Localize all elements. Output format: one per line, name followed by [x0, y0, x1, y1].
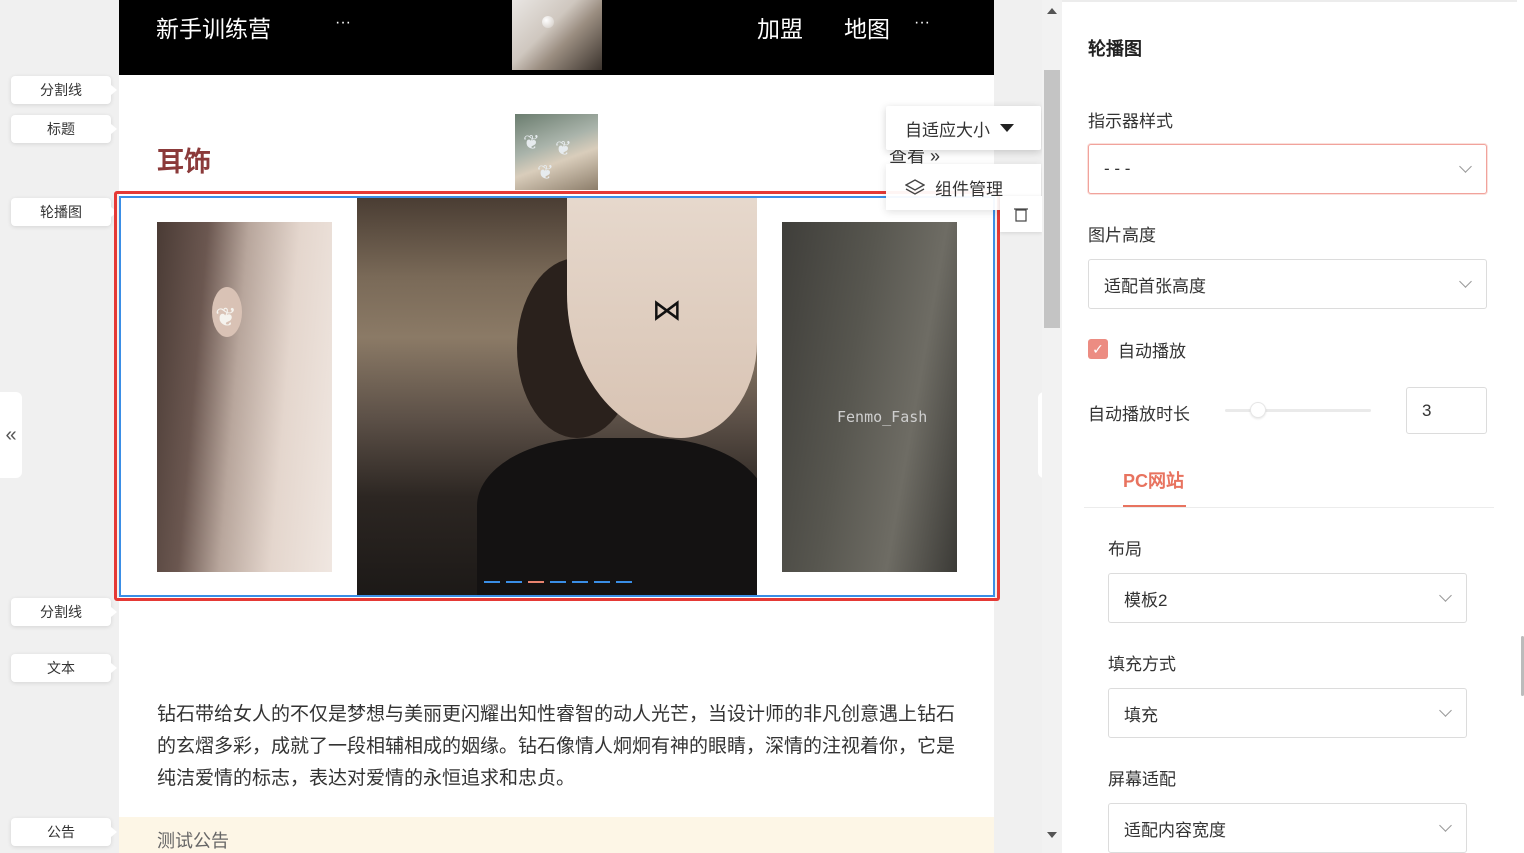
image-height-select[interactable]: 适配首张高度: [1088, 259, 1487, 309]
notice-text: 测试公告: [157, 831, 229, 851]
chevron-down-icon: [1439, 704, 1452, 717]
screen-fit-select[interactable]: 适配内容宽度: [1108, 803, 1467, 853]
layers-icon: [905, 179, 925, 195]
fill-mode-select[interactable]: 填充: [1108, 688, 1467, 738]
delete-icon[interactable]: [1000, 196, 1042, 232]
more-icon[interactable]: ···: [914, 14, 930, 32]
chevron-down-icon: [1459, 160, 1472, 173]
title-image: ❦ ❦ ❦: [515, 114, 598, 190]
panel-scrollbar[interactable]: [1517, 0, 1524, 853]
caret-down-icon: [1000, 124, 1014, 132]
selected-component-outline: [114, 191, 1000, 601]
component-label-text[interactable]: 文本: [11, 654, 117, 682]
more-icon[interactable]: ···: [335, 14, 351, 32]
chevron-down-icon: [1459, 275, 1472, 288]
component-label-divider[interactable]: 分割线: [11, 76, 117, 104]
chevron-down-icon: [1439, 589, 1452, 602]
indicator-style-select[interactable]: - - -: [1088, 144, 1487, 194]
image-height-label: 图片高度: [1088, 226, 1156, 245]
butterfly-icon: ❦: [537, 162, 554, 184]
editor-canvas: 新手训练营 ··· 加盟 地图 ··· 分割线 标题 轮播图 分割线 文本 公告…: [0, 0, 1042, 853]
nav-item-join[interactable]: 加盟: [757, 10, 803, 44]
layout-label: 布局: [1108, 540, 1142, 559]
autoplay-label[interactable]: 自动播放: [1118, 337, 1186, 362]
component-label-carousel[interactable]: 轮播图: [11, 198, 117, 226]
size-dropdown[interactable]: 自适应大小: [886, 106, 1041, 150]
settings-panel: 轮播图 指示器样式 - - - 图片高度 适配首张高度 ✓ 自动播放 自动播放时…: [1062, 0, 1524, 853]
component-toolbar[interactable]: 自适应大小: [886, 106, 1041, 150]
autoplay-duration-label: 自动播放时长: [1088, 405, 1190, 424]
autoplay-checkbox[interactable]: ✓: [1088, 339, 1108, 359]
header-logo-image: [512, 0, 602, 70]
nav-item-map[interactable]: 地图: [844, 10, 890, 44]
fill-mode-label: 填充方式: [1108, 655, 1176, 674]
tab-pc-site[interactable]: PC网站: [1123, 467, 1184, 493]
screen-fit-label: 屏幕适配: [1108, 770, 1176, 789]
site-brand[interactable]: 新手训练营: [156, 10, 271, 44]
active-tab-indicator: [1123, 505, 1186, 507]
butterfly-icon: ❦: [555, 138, 572, 160]
component-label-notice[interactable]: 公告: [11, 818, 117, 846]
notice-bar[interactable]: 测试公告: [119, 817, 994, 853]
canvas-scrollbar[interactable]: [1042, 0, 1062, 853]
slider-thumb[interactable]: [1250, 402, 1266, 418]
component-label-divider[interactable]: 分割线: [11, 598, 117, 626]
section-title[interactable]: 耳饰: [157, 140, 211, 179]
component-label-title[interactable]: 标题: [11, 115, 117, 143]
autoplay-duration-slider[interactable]: [1225, 409, 1371, 412]
panel-title: 轮播图: [1088, 39, 1142, 59]
indicator-style-label: 指示器样式: [1088, 112, 1173, 131]
chevron-down-icon: [1439, 819, 1452, 832]
site-header[interactable]: 新手训练营 ··· 加盟 地图 ···: [119, 0, 994, 75]
prev-page-arrow-icon[interactable]: «: [0, 392, 22, 478]
scrollbar-thumb[interactable]: [1044, 70, 1060, 328]
layout-select[interactable]: 模板2: [1108, 573, 1467, 623]
scroll-down-icon[interactable]: [1047, 832, 1057, 838]
autoplay-duration-input[interactable]: 3: [1406, 387, 1487, 434]
tab-divider: [1084, 507, 1494, 508]
scroll-up-icon[interactable]: [1047, 8, 1057, 14]
text-block[interactable]: 钻石带给女人的不仅是梦想与美丽更闪耀出知性睿智的动人光芒，当设计师的非凡创意遇上…: [157, 699, 967, 795]
butterfly-icon: ❦: [523, 132, 540, 154]
